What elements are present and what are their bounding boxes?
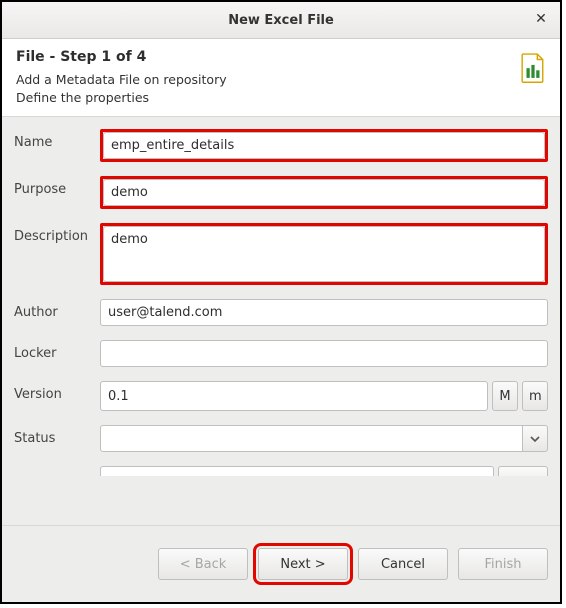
wizard-header: File - Step 1 of 4 Add a Metadata File o… (2, 39, 560, 117)
version-label: Version (14, 381, 92, 402)
author-field (100, 299, 548, 326)
row-purpose: Purpose (14, 176, 548, 209)
back-button: < Back (158, 548, 248, 580)
status-field[interactable] (100, 425, 523, 452)
row-locker: Locker (14, 340, 548, 367)
close-icon[interactable]: ✕ (532, 10, 550, 28)
author-label: Author (14, 299, 92, 320)
row-description: Description demo (14, 223, 548, 285)
cancel-button[interactable]: Cancel (358, 548, 448, 580)
version-major-button[interactable]: M (492, 381, 518, 411)
description-label: Description (14, 223, 92, 244)
dialog-window: New Excel File ✕ File - Step 1 of 4 Add … (0, 0, 562, 604)
version-field (100, 381, 488, 411)
row-author: Author (14, 299, 548, 326)
locker-label: Locker (14, 340, 92, 361)
status-dropdown-button[interactable] (523, 425, 548, 452)
locker-field (100, 340, 548, 367)
chevron-down-icon (530, 434, 540, 444)
row-status: Status (14, 425, 548, 452)
header-line1: Add a Metadata File on repository (16, 71, 546, 89)
purpose-label: Purpose (14, 176, 92, 197)
window-title: New Excel File (228, 13, 334, 28)
status-label: Status (14, 425, 92, 446)
row-path-cut: ... (14, 466, 548, 476)
header-line2: Define the properties (16, 89, 546, 107)
next-button[interactable]: Next > (258, 548, 348, 580)
version-minor-button[interactable]: m (522, 381, 548, 411)
name-label: Name (14, 129, 92, 150)
row-name: Name (14, 129, 548, 162)
name-field[interactable] (103, 132, 545, 159)
page-title: File - Step 1 of 4 (16, 49, 546, 65)
purpose-field[interactable] (103, 179, 545, 206)
spreadsheet-icon (520, 53, 546, 81)
button-bar: < Back Next > Cancel Finish (2, 525, 560, 602)
form-area: Name Purpose Description demo Author Loc… (2, 117, 560, 525)
finish-button: Finish (458, 548, 548, 580)
description-field[interactable]: demo (103, 226, 545, 282)
row-version: Version M m (14, 381, 548, 411)
titlebar: New Excel File ✕ (2, 2, 560, 39)
